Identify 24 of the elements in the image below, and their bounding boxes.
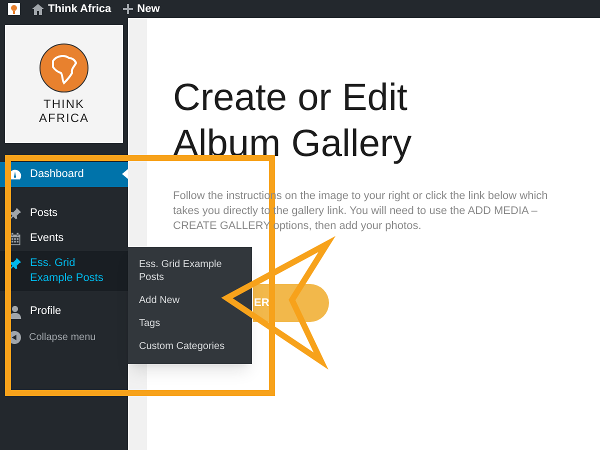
new-link[interactable]: New [137, 0, 160, 18]
submenu-item[interactable]: Tags [128, 312, 252, 335]
logo-text: AFRICA [38, 111, 89, 125]
sidebar-item[interactable]: Posts [0, 201, 128, 226]
gauge-icon [8, 168, 22, 182]
site-logo-icon [8, 3, 20, 15]
africa-logo-icon [39, 43, 89, 93]
site-name-link[interactable]: Think Africa [48, 0, 112, 18]
sidebar-item[interactable]: Ess. Grid Example Posts [0, 251, 128, 291]
page-title: Create or Edit Album Gallery [173, 76, 413, 167]
plus-icon [123, 4, 134, 14]
sidebar-item[interactable]: Dashboard [0, 162, 128, 187]
submenu-item[interactable]: Custom Categories [128, 335, 252, 358]
submenu-item[interactable]: Ess. Grid Example Posts [128, 253, 252, 289]
sidebar-item[interactable]: Profile [0, 299, 128, 324]
home-icon [32, 4, 44, 14]
calendar-icon [8, 232, 22, 246]
logo-text: THINK [44, 97, 84, 111]
sidebar-item[interactable]: Events [0, 226, 128, 251]
submenu-item[interactable]: Add New [128, 289, 252, 312]
pushpin-icon [8, 207, 22, 221]
collapse-menu-button[interactable]: Collapse menu [29, 330, 96, 345]
pushpin-icon [8, 257, 22, 271]
person-icon [8, 305, 22, 319]
